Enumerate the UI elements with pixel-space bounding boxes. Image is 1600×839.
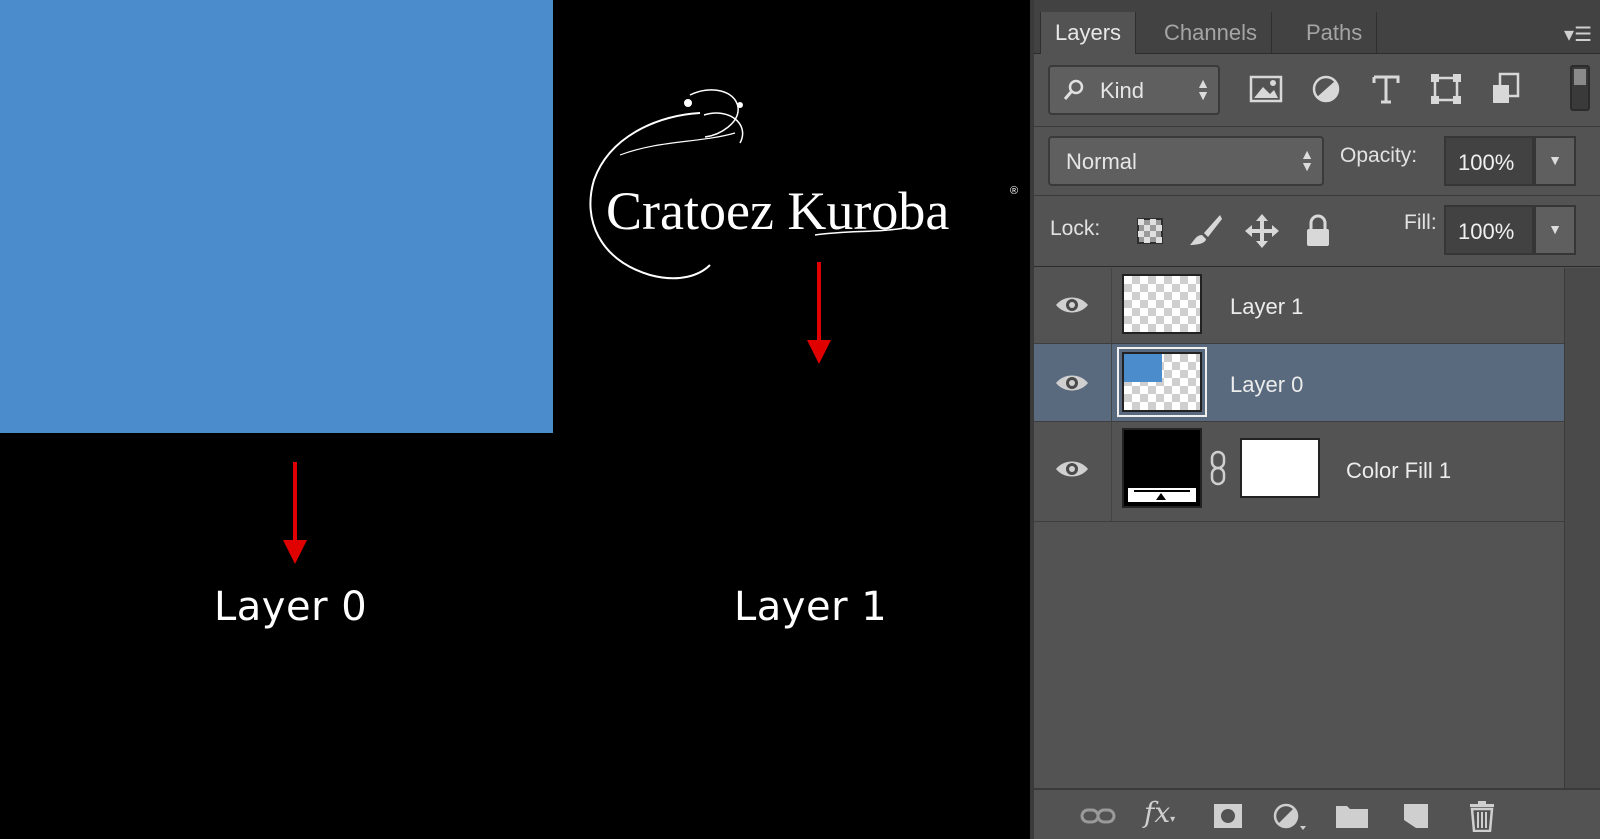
layer-thumbnail <box>1122 274 1202 334</box>
type-filter-icon[interactable] <box>1366 69 1406 109</box>
new-layer-icon[interactable] <box>1396 800 1436 832</box>
updown-icon: ▲ ▼ <box>1300 146 1314 174</box>
trash-icon[interactable] <box>1462 800 1502 832</box>
layer-0-blue-rectangle <box>0 0 553 433</box>
layer-name[interactable]: Layer 0 <box>1230 372 1303 398</box>
visibility-column <box>1034 268 1112 343</box>
tab-paths[interactable]: Paths <box>1292 12 1378 54</box>
eye-icon[interactable] <box>1054 294 1090 316</box>
adjustment-filter-icon[interactable] <box>1306 69 1346 109</box>
registered-mark: ® <box>1010 185 1019 197</box>
tab-layers[interactable]: Layers <box>1040 12 1137 54</box>
fill-dropdown-arrow[interactable]: ▼ <box>1534 205 1576 255</box>
lock-transparent-icon[interactable] <box>1130 211 1170 251</box>
lock-pixels-icon[interactable] <box>1186 211 1226 251</box>
link-layers-icon[interactable] <box>1078 800 1118 832</box>
fill-input[interactable]: 100% <box>1444 205 1534 255</box>
kind-label: Kind <box>1100 78 1145 103</box>
lock-position-icon[interactable] <box>1242 211 1282 251</box>
layers-panel: Layers Channels Paths ▾☰ Kind ▲ ▼ Normal… <box>1030 0 1600 839</box>
layers-bottom-toolbar: fx▾ <box>1034 788 1600 839</box>
opacity-label: Opacity: <box>1340 144 1418 167</box>
filter-row: Kind ▲ ▼ <box>1034 55 1600 127</box>
eye-icon[interactable] <box>1054 458 1090 480</box>
blend-mode-dropdown[interactable]: Normal ▲ ▼ <box>1048 136 1324 186</box>
layer-row-color-fill-1[interactable]: Color Fill 1 <box>1034 422 1564 522</box>
thumbnail-blue-swatch <box>1124 354 1162 382</box>
caption-layer-1: Layer 1 <box>734 584 888 630</box>
image-filter-icon[interactable] <box>1246 69 1286 109</box>
fill-swatch-bar <box>1128 488 1196 502</box>
lock-row: Lock: Fill: 100% ▼ <box>1034 197 1600 267</box>
layers-list: Layer 1 Layer 0 Color Fill 1 <box>1034 268 1564 788</box>
adjustment-layer-icon[interactable] <box>1268 800 1308 832</box>
watermark-logo: Cratoez Kuroba ® <box>580 85 1020 295</box>
chain-link-icon[interactable] <box>1208 450 1228 486</box>
eye-icon[interactable] <box>1054 372 1090 394</box>
caption-layer-0: Layer 0 <box>214 584 368 630</box>
lock-all-icon[interactable] <box>1298 211 1338 251</box>
group-folder-icon[interactable] <box>1332 800 1372 832</box>
shape-filter-icon[interactable] <box>1426 69 1466 109</box>
search-icon <box>1063 79 1084 100</box>
layer-mask-icon[interactable] <box>1208 800 1248 832</box>
layer-name[interactable]: Layer 1 <box>1230 294 1303 320</box>
arrow-down-icon <box>283 462 307 564</box>
updown-icon: ▲ ▼ <box>1196 75 1210 103</box>
fx-label: fx <box>1144 796 1171 829</box>
filter-toggle-switch[interactable] <box>1570 65 1590 111</box>
fx-icon[interactable]: fx▾ <box>1144 796 1184 829</box>
watermark-text: Cratoez Kuroba <box>606 181 950 241</box>
blend-mode-value: Normal <box>1066 149 1137 174</box>
visibility-column <box>1034 344 1112 421</box>
blend-row: Normal ▲ ▼ Opacity: 100% ▼ <box>1034 128 1600 196</box>
document-canvas[interactable]: Layer 0 Layer 1 Cratoez Kuroba ® <box>0 0 1030 839</box>
layer-row-layer-0[interactable]: Layer 0 <box>1034 344 1564 422</box>
panel-tabbar: Layers Channels Paths ▾☰ <box>1034 0 1600 54</box>
layers-scrollbar[interactable] <box>1564 268 1600 788</box>
fill-color-thumbnail[interactable] <box>1122 428 1202 508</box>
tab-channels[interactable]: Channels <box>1150 12 1272 54</box>
fill-label: Fill: <box>1404 211 1437 234</box>
layer-thumbnail <box>1117 347 1207 417</box>
layer-row-layer-1[interactable]: Layer 1 <box>1034 268 1564 344</box>
panel-menu-icon[interactable]: ▾☰ <box>1564 22 1592 47</box>
layer-mask-thumbnail[interactable] <box>1240 438 1320 498</box>
opacity-dropdown-arrow[interactable]: ▼ <box>1534 136 1576 186</box>
opacity-input[interactable]: 100% <box>1444 136 1534 186</box>
layer-name[interactable]: Color Fill 1 <box>1346 458 1451 484</box>
kind-filter-dropdown[interactable]: Kind ▲ ▼ <box>1048 65 1220 115</box>
visibility-column <box>1034 422 1112 521</box>
lock-label: Lock: <box>1050 217 1101 240</box>
smart-object-filter-icon[interactable] <box>1486 69 1526 109</box>
